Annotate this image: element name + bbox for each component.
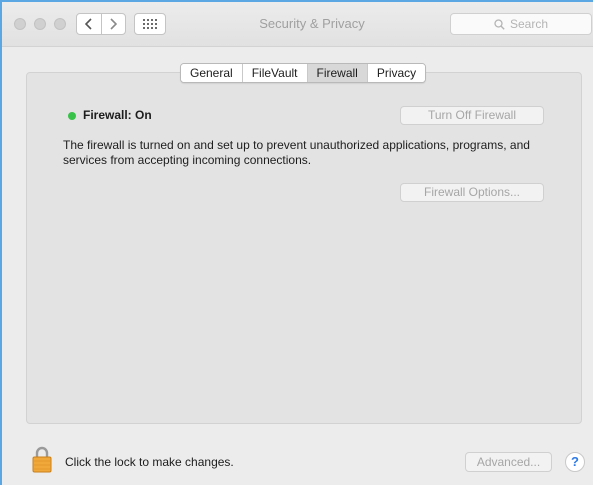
lock-icon[interactable]	[32, 445, 52, 473]
turn-off-firewall-button[interactable]: Turn Off Firewall	[400, 106, 544, 125]
chevron-left-icon	[84, 18, 92, 30]
firewall-description: The firewall is turned on and set up to …	[63, 138, 530, 167]
toolbar: Security & Privacy Search	[2, 2, 593, 47]
search-field[interactable]: Search	[450, 13, 592, 35]
tab-firewall[interactable]: Firewall	[306, 64, 367, 82]
search-placeholder: Search	[509, 17, 549, 31]
nav-group	[76, 13, 126, 35]
window-title: Security & Privacy	[259, 16, 365, 31]
tab-bar: General FileVault Firewall Privacy	[180, 63, 427, 83]
window: Security & Privacy Search General FileVa…	[0, 0, 593, 485]
firewall-status-indicator	[68, 112, 76, 120]
forward-button[interactable]	[100, 14, 126, 34]
show-all-button[interactable]	[134, 13, 166, 35]
back-button[interactable]	[77, 14, 101, 34]
help-button[interactable]: ?	[565, 452, 585, 472]
advanced-button[interactable]: Advanced...	[465, 452, 552, 472]
tab-general[interactable]: General	[181, 64, 242, 82]
tab-privacy[interactable]: Privacy	[366, 64, 426, 82]
zoom-window-button[interactable]	[54, 18, 66, 30]
tab-filevault[interactable]: FileVault	[241, 64, 307, 82]
lock-message: Click the lock to make changes.	[65, 455, 234, 469]
chevron-right-icon	[110, 18, 118, 30]
firewall-options-button[interactable]: Firewall Options...	[400, 183, 544, 202]
search-icon	[494, 18, 505, 30]
minimize-window-button[interactable]	[34, 18, 46, 30]
grid-icon	[143, 19, 157, 29]
firewall-status-label: Firewall: On	[83, 108, 152, 122]
close-window-button[interactable]	[14, 18, 26, 30]
